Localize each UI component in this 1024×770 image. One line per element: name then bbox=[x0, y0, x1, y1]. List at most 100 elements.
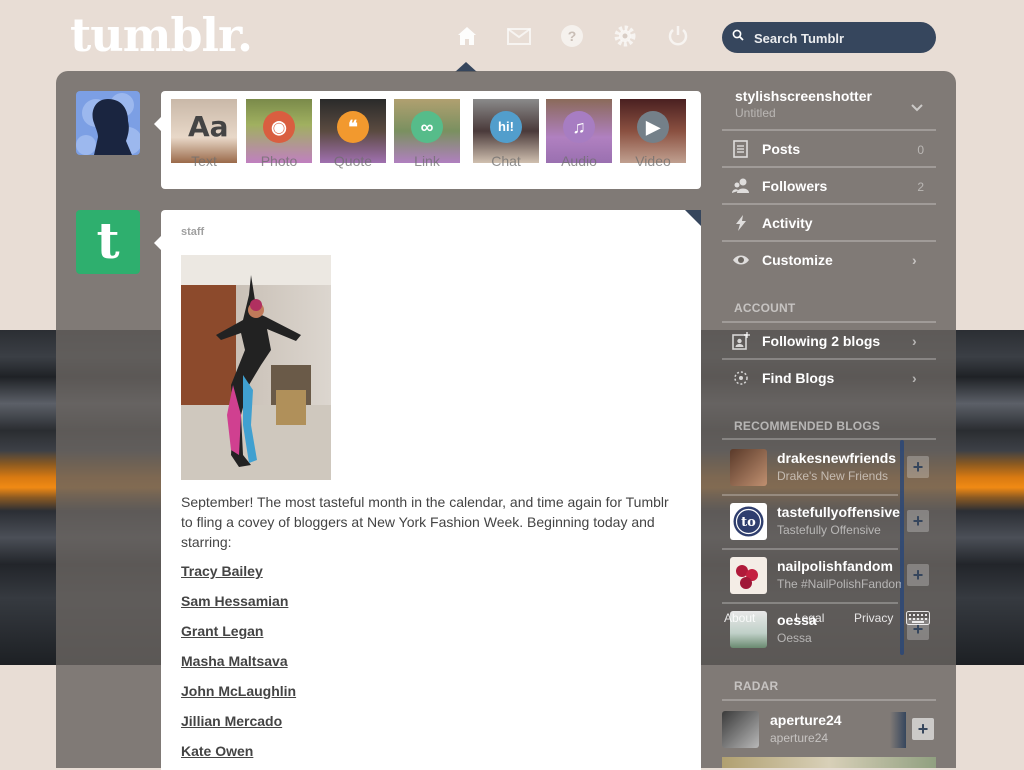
link-icon: ∞ bbox=[411, 111, 443, 143]
posts-count: 0 bbox=[917, 143, 924, 157]
post-link[interactable]: Grant Legan bbox=[181, 623, 263, 639]
recommended-blog-title: Drake's New Friends bbox=[777, 469, 888, 483]
post-type-label: Chat bbox=[491, 153, 521, 169]
post-type-label: Text bbox=[191, 153, 217, 169]
account-heading: ACCOUNT bbox=[734, 301, 796, 315]
sidebar-item-label: Activity bbox=[762, 215, 813, 231]
post-corner-fold[interactable] bbox=[685, 210, 701, 226]
divider bbox=[722, 494, 898, 496]
footer-link-legal[interactable]: Legal bbox=[795, 611, 824, 625]
svg-text:?: ? bbox=[568, 28, 577, 44]
search-box[interactable] bbox=[722, 22, 936, 55]
staff-avatar[interactable]: t bbox=[76, 210, 140, 274]
post-type-quote[interactable]: ❝ Quote bbox=[320, 99, 386, 171]
camera-icon: ◉ bbox=[263, 111, 295, 143]
eye-icon bbox=[733, 255, 749, 265]
blog-avatar[interactable]: to bbox=[730, 503, 767, 540]
followers-count: 2 bbox=[917, 180, 924, 194]
sidebar-item-label: Customize bbox=[762, 252, 833, 268]
divider bbox=[722, 203, 936, 205]
blog-name[interactable]: stylishscreenshotter bbox=[735, 88, 872, 104]
radar-post-preview[interactable] bbox=[722, 757, 936, 768]
mail-icon[interactable] bbox=[507, 24, 531, 48]
divider bbox=[722, 699, 936, 701]
post-link[interactable]: Masha Maltsava bbox=[181, 653, 288, 669]
following-icon bbox=[732, 332, 750, 350]
svg-text:to: to bbox=[741, 515, 756, 530]
chevron-right-icon: › bbox=[912, 333, 917, 349]
post-type-label: Photo bbox=[260, 153, 298, 169]
blog-avatar[interactable] bbox=[730, 557, 767, 594]
sidebar-item-label: Find Blogs bbox=[762, 370, 835, 386]
chevron-down-icon[interactable] bbox=[911, 99, 923, 117]
help-icon[interactable]: ? bbox=[560, 24, 584, 48]
footer-link-privacy[interactable]: Privacy bbox=[854, 611, 893, 625]
posts-icon bbox=[733, 140, 748, 158]
post-type-audio[interactable]: ♫ Audio bbox=[546, 99, 612, 171]
chevron-right-icon: › bbox=[912, 370, 917, 386]
divider bbox=[722, 548, 898, 550]
headphones-icon: ♫ bbox=[563, 111, 595, 143]
post-type-label: Quote bbox=[333, 153, 373, 169]
post-link[interactable]: Kate Owen bbox=[181, 743, 253, 759]
follow-plus-button[interactable]: + bbox=[907, 510, 929, 532]
search-input[interactable] bbox=[752, 22, 931, 55]
follow-plus-button[interactable]: + bbox=[907, 456, 929, 478]
sidebar-item-label: Posts bbox=[762, 141, 801, 157]
recommended-blog-name[interactable]: drakesnewfriends bbox=[777, 450, 901, 466]
radar-fade bbox=[890, 712, 906, 748]
lightning-icon bbox=[736, 215, 746, 231]
recommended-blog-name[interactable]: nailpolishfandom bbox=[777, 558, 901, 574]
divider bbox=[722, 438, 936, 440]
footer-link-about[interactable]: About bbox=[724, 611, 755, 625]
post-author[interactable]: staff bbox=[181, 226, 204, 238]
gear-icon[interactable] bbox=[613, 24, 637, 48]
power-icon[interactable] bbox=[666, 24, 690, 48]
post-body-text: September! The most tasteful month in th… bbox=[181, 494, 669, 550]
home-icon[interactable] bbox=[455, 24, 479, 48]
post-link[interactable]: John McLaughlin bbox=[181, 683, 296, 699]
post-type-label: Link bbox=[414, 153, 440, 169]
divider bbox=[722, 166, 936, 168]
post-type-video[interactable]: ▶ Video bbox=[620, 99, 686, 171]
divider bbox=[722, 358, 936, 360]
radar-blog-name[interactable]: aperture24 bbox=[770, 712, 842, 728]
search-icon bbox=[732, 29, 744, 41]
text-type-icon: Aa bbox=[188, 110, 229, 143]
recommended-blog-title: Oessa bbox=[777, 631, 812, 645]
post-type-label: Audio bbox=[561, 153, 597, 169]
dashboard-post: staff September! The most tasteful month… bbox=[154, 210, 701, 770]
chat-icon: hi! bbox=[490, 111, 522, 143]
recommended-heading: RECOMMENDED BLOGS bbox=[734, 419, 881, 433]
user-avatar[interactable] bbox=[76, 91, 140, 155]
post-type-photo[interactable]: ◉ Photo bbox=[246, 99, 312, 171]
divider bbox=[722, 321, 936, 323]
quote-icon: ❝ bbox=[337, 111, 369, 143]
keyboard-icon[interactable] bbox=[906, 611, 930, 625]
post-type-chat[interactable]: hi! Chat bbox=[473, 99, 539, 171]
recommended-blog-name[interactable]: tastefullyoffensive bbox=[777, 504, 901, 520]
post-link[interactable]: Jillian Mercado bbox=[181, 713, 282, 729]
post-link[interactable]: Tracy Bailey bbox=[181, 563, 263, 579]
recommended-blog-title: The #NailPolishFandom bbox=[777, 577, 901, 591]
video-camera-icon: ▶ bbox=[637, 111, 669, 143]
post-composer: Aa Text ◉ Photo ❝ Quote ∞ Link hi! Chat … bbox=[154, 91, 701, 189]
radar-blog-title: aperture24 bbox=[770, 731, 829, 745]
chevron-right-icon: › bbox=[912, 252, 917, 268]
post-photo[interactable] bbox=[181, 255, 331, 480]
divider bbox=[722, 602, 898, 604]
follow-plus-button[interactable]: + bbox=[912, 718, 934, 740]
sidebar-item-label: Followers bbox=[762, 178, 828, 194]
sidebar-item-label: Following 2 blogs bbox=[762, 333, 881, 349]
post-type-text[interactable]: Aa Text bbox=[171, 99, 237, 171]
follow-plus-button[interactable]: + bbox=[907, 564, 929, 586]
blog-avatar[interactable] bbox=[730, 449, 767, 486]
recommended-blog-title: Tastefully Offensive bbox=[777, 523, 881, 537]
find-blogs-icon bbox=[734, 371, 748, 385]
radar-avatar[interactable] bbox=[722, 711, 759, 748]
divider bbox=[722, 240, 936, 242]
post-type-link[interactable]: ∞ Link bbox=[394, 99, 460, 171]
post-link[interactable]: Sam Hessamian bbox=[181, 593, 288, 609]
tumblr-logo[interactable]: tumblr. bbox=[70, 8, 253, 62]
followers-icon bbox=[732, 178, 749, 193]
